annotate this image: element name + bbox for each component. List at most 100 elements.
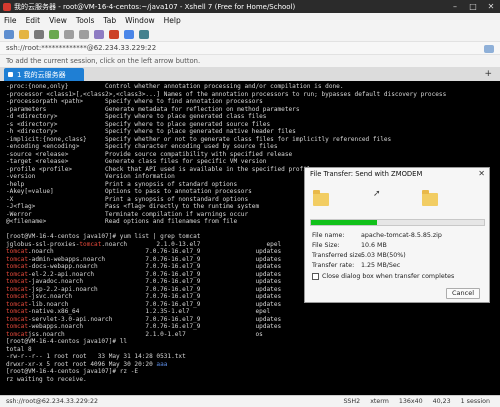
disconnect-icon[interactable] — [34, 29, 44, 39]
terminal-text: tomcat — [6, 308, 29, 315]
close-icon[interactable]: ✕ — [482, 0, 500, 13]
window-title: 我的云服务器 - root@VM-16-4-centos:~/java107 -… — [14, 2, 296, 11]
tab-session[interactable]: 1 我的云服务器 — [4, 68, 84, 81]
status-size: 136x40 — [398, 398, 423, 405]
terminal-line: -proc:{none,only} Control whether annota… — [6, 83, 500, 91]
terminal-text: -rw-r--r-- 1 root root 33 May 31 14:28 0… — [6, 353, 186, 360]
terminal-line: tomcat-servlet-3.0-api.noarch 7.0.76-16.… — [6, 316, 500, 324]
add-tab-icon[interactable]: + — [484, 69, 492, 79]
terminal-text: -h <directory> Specify where to place ge… — [6, 128, 296, 135]
transfer-rate-label: Transfer rate: — [312, 262, 355, 269]
terminal-text: -admin-webapps.noarch 7.0.76-16.el7_9 up… — [28, 255, 282, 263]
terminal-text: -servlet-3.0-api.noarch 7.0.76-16.el7_9 … — [28, 315, 282, 323]
terminal-text: aaa — [156, 360, 168, 368]
terminal-line: rz waiting to receive. — [6, 376, 500, 384]
terminal-line: -parameters Generate metadata for reflec… — [6, 106, 500, 114]
terminal-line: -processorpath <path> Specify where to f… — [6, 98, 500, 106]
file-name-label: File name: — [312, 232, 345, 239]
close-icon[interactable]: ✕ — [478, 169, 485, 178]
transfer-icon[interactable] — [124, 29, 134, 39]
address-bar[interactable]: ssh://root:*************@62.234.33.229:2… — [0, 41, 500, 55]
terminal-text: tomcat — [79, 240, 102, 248]
terminal-line: -encoding <encoding> Specify character e… — [6, 143, 500, 151]
reconnect-icon[interactable] — [49, 29, 59, 39]
terminal-text: -processorpath <path> Specify where to f… — [6, 98, 263, 105]
menu-tools[interactable]: Tools — [76, 16, 94, 25]
terminal-text: tomcat — [6, 330, 29, 338]
window-controls: – □ ✕ — [446, 0, 500, 13]
terminal-line: -implicit:{none,class} Specify whether o… — [6, 136, 500, 144]
terminal-line: drwxr-xr-x 5 root root 4096 May 30 20:20… — [6, 361, 500, 369]
terminal-text: .noarch 2.1.0-13.el7 epel — [101, 240, 282, 248]
app-icon — [3, 2, 11, 11]
menu-tab[interactable]: Tab — [103, 16, 116, 25]
menu-window[interactable]: Window — [125, 16, 155, 25]
minimize-icon[interactable]: – — [446, 0, 464, 13]
copy-icon[interactable] — [64, 29, 74, 39]
terminal-text: [root@VM-16-4-centos java107]# ll — [6, 338, 128, 345]
menu-edit[interactable]: Edit — [26, 16, 41, 25]
progress-fill — [311, 220, 377, 225]
terminal-line: -target <release> Generate class files f… — [6, 158, 500, 166]
status-bar: ssh://root@62.234.33.229:22 SSH2 xterm 1… — [0, 395, 500, 407]
tab-bar: 1 我的云服务器 + — [0, 67, 500, 81]
menu-view[interactable]: View — [49, 16, 67, 25]
destination-folder-icon — [422, 190, 438, 206]
terminal-text: tomcat — [6, 285, 29, 293]
terminal-text: tomcat — [6, 293, 29, 300]
file-transfer-dialog: File Transfer: Send with ZMODEM ✕ ➚ File… — [304, 167, 490, 303]
menu-file[interactable]: File — [4, 16, 17, 25]
terminal-text: -version Version information — [6, 173, 175, 180]
session-status-icon — [8, 72, 13, 77]
terminal-text: jss.noarch 2.1.0-1.el7 os — [28, 330, 263, 338]
close-on-complete-label: Close dialog box when transfer completes — [322, 273, 455, 280]
file-size-value: 10.6 MB — [361, 242, 387, 249]
toolbar — [0, 27, 500, 41]
terminal-text: -Akey[=value] Options to pass to annotat… — [6, 188, 252, 195]
terminal-text: -proc:{none,only} Control whether annota… — [6, 83, 344, 90]
menu-help[interactable]: Help — [164, 16, 181, 25]
terminal-line: -d <directory> Specify where to place ge… — [6, 113, 500, 121]
print-icon[interactable] — [109, 29, 119, 39]
terminal-text: jglobus-ssl-proxies- — [6, 240, 80, 248]
address-input[interactable]: ssh://root:*************@62.234.33.229:2… — [6, 44, 156, 52]
connect-arrow-icon[interactable] — [484, 45, 494, 53]
terminal-text: .noarch 7.0.76-16.el7_9 updates — [28, 248, 282, 255]
paste-icon[interactable] — [79, 29, 89, 39]
terminal-text: -help Print a synopsis of standard optio… — [6, 180, 238, 188]
tab-label: 1 我的云服务器 — [17, 70, 66, 79]
terminal-line: -h <directory> Specify where to place ge… — [6, 128, 500, 136]
terminal-text: -native.x86_64 1.2.35-1.el7 epel — [28, 308, 271, 315]
terminal-line: -s <directory> Specify where to place ge… — [6, 121, 500, 129]
transfer-arrow-icon: ➚ — [373, 189, 381, 199]
terminal-text: -encoding <encoding> Specify character e… — [6, 143, 278, 150]
terminal-text: -Werror Terminate compilation if warning… — [6, 210, 249, 218]
terminal-text: -javadoc.noarch 7.0.76-16.el7_9 updates — [28, 278, 282, 285]
terminal-text: @<filename> Read options and filenames f… — [6, 218, 238, 225]
status-address: ssh://root@62.234.33.229:22 — [6, 398, 99, 405]
terminal-text: -jsvc.noarch 7.0.76-16.el7_9 updates — [28, 293, 282, 300]
settings-icon[interactable] — [139, 29, 149, 39]
source-folder-icon — [313, 190, 329, 206]
terminal-text: tomcat — [6, 300, 29, 308]
open-folder-icon[interactable] — [19, 29, 29, 39]
terminal-text: -lib.noarch 7.0.76-16.el7_9 updates — [28, 300, 282, 308]
terminal-line: -source <release> Provide source compati… — [6, 151, 500, 159]
cancel-button[interactable]: Cancel — [446, 288, 480, 299]
terminal-text: -source <release> Provide source compati… — [6, 150, 293, 158]
terminal-line: [root@VM-16-4-centos java107]# ll — [6, 338, 500, 346]
terminal-text: [root@VM-16-4-centos java107]# yum list … — [6, 233, 201, 240]
file-name-value: apache-tomcat-8.5.85.zip — [361, 232, 442, 239]
close-on-complete-option[interactable]: Close dialog box when transfer completes — [312, 273, 454, 280]
dialog-title: File Transfer: Send with ZMODEM — [310, 170, 423, 178]
info-text: To add the current session, click on the… — [6, 57, 201, 65]
terminal-text: -parameters Generate metadata for reflec… — [6, 105, 300, 113]
terminal-text: -X Print a synopsis of nonstandard optio… — [6, 195, 249, 203]
terminal-text: tomcat — [6, 263, 29, 270]
maximize-icon[interactable]: □ — [464, 0, 482, 13]
close-on-complete-checkbox[interactable] — [312, 273, 319, 280]
terminal-text: -el-2.2-api.noarch 7.0.76-16.el7_9 updat… — [28, 270, 282, 278]
terminal-text: tomcat — [6, 248, 29, 255]
search-icon[interactable] — [94, 29, 104, 39]
new-session-icon[interactable] — [4, 29, 14, 39]
